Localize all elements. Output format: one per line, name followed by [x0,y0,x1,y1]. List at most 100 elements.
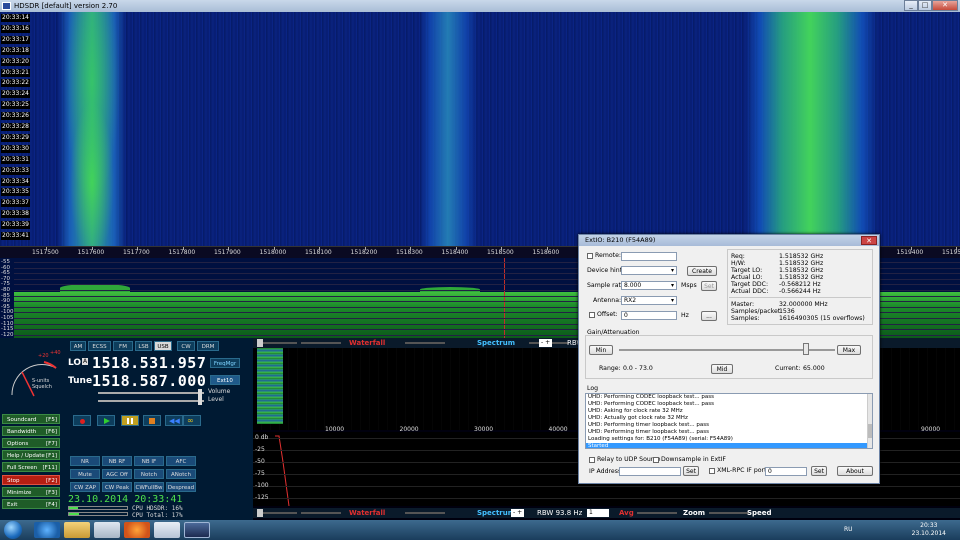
file-explorer-icon[interactable] [64,522,90,538]
bottom-slider-3[interactable] [405,512,445,514]
exit-button[interactable]: Exit [F4] [2,498,60,509]
log-entry[interactable]: Loading settings for: B210 (F54A89) (ser… [586,436,872,443]
mode-ecss-button[interactable]: ECSS [88,341,111,351]
taskbar-clock[interactable]: 20:33 23.10.2014 [912,522,946,538]
help-update-button[interactable]: Help / Update [F1] [2,450,60,461]
notch-button[interactable]: Notch [134,469,164,479]
top-pm-toggle[interactable]: - + [539,339,553,347]
bandwidth-button[interactable]: Bandwidth [F6] [2,426,60,437]
ip-address-input[interactable] [619,467,681,476]
nb-rf-button[interactable]: NB RF [102,456,132,466]
zoom-slider[interactable] [709,512,749,514]
set-ip-button[interactable]: Set [683,466,699,476]
log-scrollbar[interactable] [867,394,872,448]
cw-peak-button[interactable]: CW Peak [102,482,132,492]
mode-am-button[interactable]: AM [70,341,86,351]
mode-cw-button[interactable]: CW [177,341,195,351]
log-entry[interactable]: Started [586,443,872,448]
options-button[interactable]: Options [F7] [2,438,60,449]
ext10-button[interactable]: Ext10 [210,375,240,385]
terminal-icon[interactable] [154,522,180,538]
minimize-window-button[interactable]: _ [904,0,918,11]
volume-slider[interactable] [98,389,204,397]
nr-button[interactable]: NR [70,456,100,466]
log-entry[interactable]: UHD: Actually got clock rate 32 MHz [586,415,872,422]
avg-select[interactable]: 1 [587,509,609,517]
cw-zap-button[interactable]: CW ZAP [70,482,100,492]
language-indicator[interactable]: RU [844,526,853,533]
downsample-checkbox[interactable] [653,457,659,463]
log-entry[interactable]: UHD: Performing CODEC loopback test... p… [586,394,872,401]
top-left-slider[interactable] [257,342,297,344]
top-left-slider-knob[interactable] [257,339,263,347]
firefox-icon[interactable] [124,522,150,538]
set-xmlrpc-button[interactable]: Set [811,466,827,476]
nb-if-button[interactable]: NB IF [134,456,164,466]
level-slider[interactable] [98,397,204,405]
dialog-close-button[interactable]: ✕ [861,236,877,245]
afc-button[interactable]: AFC [166,456,196,466]
log-entry[interactable]: UHD: Performing timer loopback test... p… [586,422,872,429]
sample-rate-select[interactable]: 8.000 ▾ [621,281,677,290]
offset-input[interactable]: 0 [621,311,677,320]
minimize-button[interactable]: Minimize [F3] [2,486,60,497]
anotch-button[interactable]: ANotch [166,469,196,479]
soundcard-button[interactable]: Soundcard [F5] [2,414,60,424]
set-sample-rate-button[interactable]: Set [701,281,717,291]
about-button[interactable]: About [837,466,873,476]
remote-input[interactable] [621,252,677,261]
stop-button[interactable]: Stop [F2] [2,474,60,485]
cwfullbw-button[interactable]: CWFullBw [134,482,164,492]
device-hint-select[interactable]: ▾ [621,266,677,275]
create-button[interactable]: Create [687,266,717,276]
rewind-button[interactable]: ◀◀ [165,415,183,426]
bottom-slider-1-knob[interactable] [257,509,263,517]
gain-max-button[interactable]: Max [837,345,861,355]
media-player-icon[interactable] [94,522,120,538]
mode-lsb-button[interactable]: LSB [135,341,152,351]
record-button[interactable] [73,415,91,426]
bottom-pm-toggle[interactable]: - + [511,509,525,517]
relay-checkbox[interactable] [589,457,595,463]
agc-off-button[interactable]: AGC Off [102,469,132,479]
pause-button[interactable] [121,415,139,426]
log-entry[interactable]: UHD: Performing timer loopback test... p… [586,429,872,436]
mute-button[interactable]: Mute [70,469,100,479]
log-entry[interactable]: UHD: Performing CODEC loopback test... p… [586,401,872,408]
antenna-select[interactable]: RX2 ▾ [621,296,677,305]
offset-browse-button[interactable]: ... [701,311,717,321]
despread-button[interactable]: Despread [166,482,196,492]
bottom-slider-1[interactable] [257,512,297,514]
lo-frequency[interactable]: 1518.531.957 [92,354,206,372]
xmlrpc-checkbox[interactable] [709,468,715,474]
hdsdr-taskbar-icon[interactable] [184,522,210,538]
avg-slider[interactable] [637,512,677,514]
xmlrpc-port-input[interactable]: 0 [765,467,807,476]
mode-fm-button[interactable]: FM [113,341,133,351]
play-button[interactable] [97,415,115,426]
mode-usb-button[interactable]: USB [154,341,172,351]
tune-frequency[interactable]: 1518.587.000 [92,372,206,390]
gain-mid-button[interactable]: Mid [711,364,733,374]
log-list[interactable]: UHD: Performing CODEC loopback test... p… [585,393,873,449]
start-button[interactable] [4,521,22,539]
vfo-a-badge[interactable]: A [82,358,89,365]
top-slider-3[interactable] [405,342,445,344]
gain-slider-thumb[interactable] [803,343,809,355]
freqmgr-button[interactable]: FreqMgr [210,358,240,368]
stop-playback-button[interactable] [143,415,161,426]
maximize-window-button[interactable]: □ [918,0,932,11]
bottom-slider-2[interactable] [301,512,341,514]
gain-min-button[interactable]: Min [589,345,613,355]
log-entry[interactable]: UHD: Asking for clock rate 32 MHz [586,408,872,415]
offset-checkbox[interactable] [589,312,595,318]
close-window-button[interactable]: ✕ [932,0,958,11]
loop-button[interactable]: ∞ [183,415,201,426]
internet-explorer-icon[interactable] [34,522,60,538]
remote-checkbox[interactable] [587,253,593,259]
full-screen-button[interactable]: Full Screen [F11] [2,462,60,473]
top-slider-2[interactable] [301,342,341,344]
waterfall-display[interactable]: 20:33:14 20:33:16 20:33:17 20:33:18 20:33:20… [0,12,960,246]
mode-drm-button[interactable]: DRM [197,341,219,351]
master-label: Master: [731,301,755,308]
